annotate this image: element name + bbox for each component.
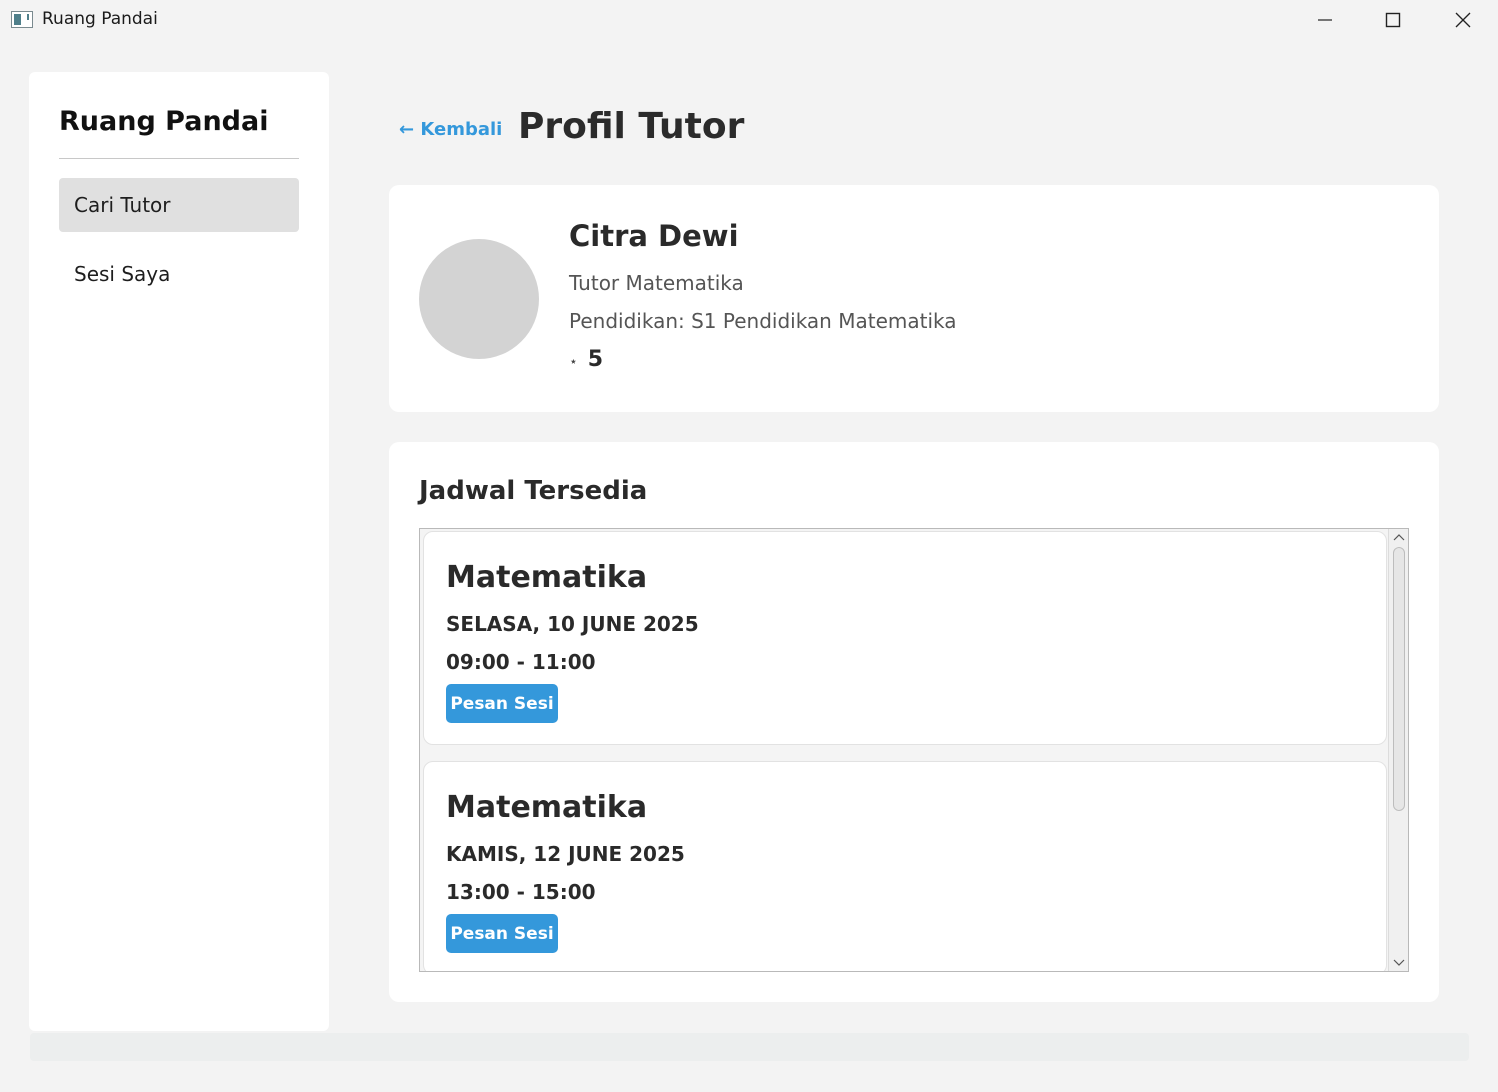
slot-subject: Matematika bbox=[446, 560, 648, 595]
tutor-name: Citra Dewi bbox=[569, 219, 739, 253]
slot-time: 13:00 - 15:00 bbox=[446, 880, 596, 904]
profile-card: Citra Dewi Tutor Matematika Pendidikan: … bbox=[389, 185, 1439, 412]
sidebar-item-sesi-saya[interactable]: Sesi Saya bbox=[59, 247, 299, 301]
vertical-scrollbar[interactable] bbox=[1388, 529, 1408, 971]
app-window-icon bbox=[11, 11, 33, 28]
schedule-list[interactable]: Matematika SELASA, 10 JUNE 2025 09:00 - … bbox=[419, 528, 1409, 972]
scroll-up-arrow-icon[interactable] bbox=[1393, 533, 1405, 541]
schedule-title: Jadwal Tersedia bbox=[419, 476, 648, 506]
schedule-card: Jadwal Tersedia Matematika SELASA, 10 JU… bbox=[389, 442, 1439, 1002]
sidebar-item-cari-tutor[interactable]: Cari Tutor bbox=[59, 178, 299, 232]
schedule-slot: Matematika KAMIS, 12 JUNE 2025 13:00 - 1… bbox=[423, 761, 1387, 971]
sidebar-divider bbox=[59, 158, 299, 159]
scrollbar-thumb[interactable] bbox=[1393, 547, 1405, 811]
tutor-rating: ⋆ 5 bbox=[569, 347, 603, 372]
star-icon: ⋆ bbox=[569, 353, 578, 369]
rating-value: 5 bbox=[587, 347, 604, 372]
slot-time: 09:00 - 11:00 bbox=[446, 650, 596, 674]
minimize-icon bbox=[1318, 19, 1332, 21]
back-link[interactable]: ← Kembali bbox=[399, 119, 502, 140]
slot-subject: Matematika bbox=[446, 790, 648, 825]
window-title: Ruang Pandai bbox=[42, 9, 158, 29]
slot-date: KAMIS, 12 JUNE 2025 bbox=[446, 842, 685, 866]
avatar bbox=[419, 239, 539, 359]
book-session-button[interactable]: Pesan Sesi bbox=[446, 684, 558, 723]
tutor-education: Pendidikan: S1 Pendidikan Matematika bbox=[569, 309, 957, 333]
close-button[interactable] bbox=[1428, 0, 1498, 40]
sidebar: Ruang Pandai Cari Tutor Sesi Saya bbox=[29, 72, 329, 1031]
close-icon bbox=[1455, 12, 1471, 28]
status-bar bbox=[30, 1033, 1469, 1061]
sidebar-brand: Ruang Pandai bbox=[59, 106, 269, 137]
maximize-button[interactable] bbox=[1358, 0, 1428, 40]
book-session-button[interactable]: Pesan Sesi bbox=[446, 914, 558, 953]
slot-date: SELASA, 10 JUNE 2025 bbox=[446, 612, 699, 636]
maximize-icon bbox=[1385, 12, 1401, 28]
page-title: Profil Tutor bbox=[518, 106, 745, 147]
sidebar-item-label: Sesi Saya bbox=[74, 262, 171, 286]
scroll-down-arrow-icon[interactable] bbox=[1393, 959, 1405, 967]
tutor-role: Tutor Matematika bbox=[569, 271, 744, 295]
title-bar: Ruang Pandai bbox=[0, 0, 1498, 40]
schedule-slot: Matematika SELASA, 10 JUNE 2025 09:00 - … bbox=[423, 531, 1387, 745]
sidebar-item-label: Cari Tutor bbox=[74, 193, 171, 217]
minimize-button[interactable] bbox=[1290, 0, 1360, 40]
